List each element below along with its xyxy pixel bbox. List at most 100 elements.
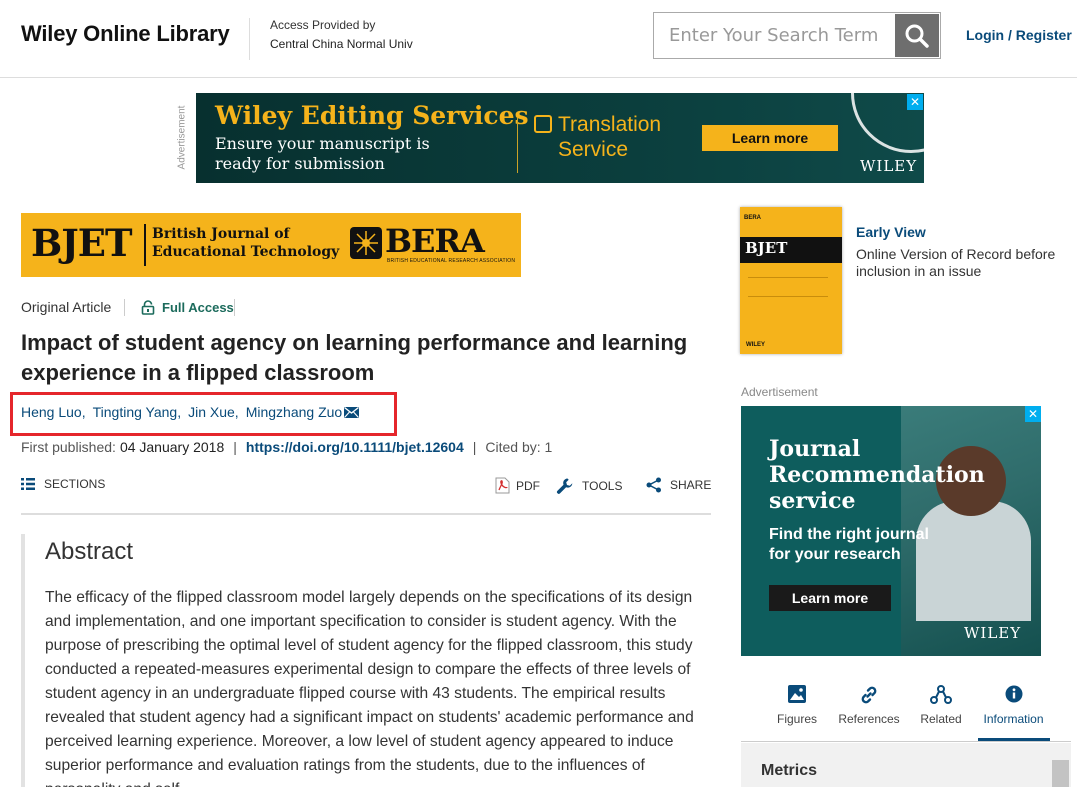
early-view-link[interactable]: Early View — [856, 224, 926, 240]
meta-divider — [124, 299, 125, 316]
partner-subtitle: BRITISH EDUCATIONAL RESEARCH ASSOCIATION — [387, 258, 516, 264]
search-box — [653, 12, 941, 59]
sections-label: SECTIONS — [44, 477, 106, 491]
unlock-icon — [141, 300, 155, 320]
ad-service-name: Service — [558, 138, 629, 161]
ad-subtitle: for your research — [769, 546, 901, 563]
abstract-sidebar-rule — [21, 534, 25, 787]
author-list: Heng Luo, Tingting Yang, Jin Xue, Mingzh… — [21, 404, 360, 420]
author-link[interactable]: Heng Luo, — [21, 404, 86, 420]
site-header: Wiley Online Library Access Provided by … — [0, 0, 1077, 78]
partner-name: BERA — [385, 222, 485, 260]
close-ad-icon[interactable]: ✕ — [907, 94, 923, 110]
close-ad-icon[interactable]: ✕ — [1025, 406, 1041, 422]
bera-emblem-icon — [350, 227, 382, 259]
author-link[interactable]: Mingzhang Zuo — [246, 404, 343, 420]
separator: | — [472, 439, 477, 455]
first-published-label: First published: — [21, 439, 116, 455]
ad-subtitle: Find the right journal — [769, 526, 929, 543]
journal-name: British Journal of — [152, 226, 290, 242]
access-institution: Central China Normal Univ — [270, 37, 413, 51]
ad-divider — [517, 118, 518, 173]
tab-related[interactable]: Related — [905, 683, 977, 741]
network-icon — [905, 683, 977, 709]
banner-divider — [144, 224, 146, 266]
header-divider — [249, 18, 250, 60]
sections-button[interactable]: SECTIONS — [21, 477, 105, 491]
ad-photo-figure — [916, 501, 1031, 621]
side-advertisement[interactable]: Journal Recommendation service Find the … — [741, 406, 1041, 656]
wiley-logo: WILEY — [964, 624, 1022, 642]
search-button[interactable] — [895, 14, 939, 57]
ad-title: service — [769, 488, 856, 514]
info-icon — [977, 683, 1050, 709]
abstract-body: The efficacy of the flipped classroom mo… — [45, 589, 694, 787]
ad-title: Wiley Editing Services — [215, 101, 529, 130]
metrics-heading: Metrics — [761, 762, 818, 779]
journal-banner[interactable]: BJET British Journal of Educational Tech… — [21, 213, 521, 277]
advertisement-label-text: Advertisement — [176, 105, 188, 170]
ad-service-name: Translation — [558, 113, 662, 136]
metrics-panel: Metrics — [741, 743, 1071, 787]
ad-title: Journal — [769, 436, 861, 462]
ad-title: Recommendation — [769, 462, 985, 488]
pdf-button[interactable]: PDF — [495, 477, 540, 494]
article-type: Original Article — [21, 299, 112, 315]
tab-information[interactable]: Information — [977, 683, 1050, 741]
toolbar-divider — [21, 513, 711, 515]
ad-learn-more-button[interactable]: Learn more — [769, 585, 891, 611]
ad-learn-more-button[interactable]: Learn more — [702, 125, 838, 151]
separator: | — [233, 439, 237, 455]
full-access-badge: Full Access — [162, 300, 234, 315]
first-published-date: 04 January 2018 — [119, 439, 225, 455]
tab-figures[interactable]: Figures — [761, 683, 833, 741]
wrench-icon — [556, 478, 573, 494]
image-icon — [761, 683, 833, 709]
panel-scrollbar[interactable] — [1052, 760, 1069, 787]
cover-journal: BJET — [745, 239, 788, 257]
share-button[interactable]: SHARE — [646, 477, 711, 493]
advertisement-label: Advertisement — [741, 385, 818, 399]
top-advertisement-banner[interactable]: Wiley Editing Services Ensure your manus… — [196, 93, 924, 183]
tab-label: Figures — [776, 712, 817, 726]
share-icon — [646, 477, 661, 493]
pdf-icon — [495, 477, 510, 494]
checkbox-icon — [534, 115, 552, 133]
ad-subtitle: ready for submission — [215, 154, 385, 173]
ad-subtitle: Ensure your manuscript is — [215, 134, 430, 153]
tab-label: Information — [983, 712, 1044, 726]
meta-divider — [234, 299, 235, 316]
cited-by-count[interactable]: Cited by: 1 — [485, 439, 552, 455]
cover-partner: BERA — [744, 215, 762, 221]
share-label: SHARE — [670, 478, 712, 492]
journal-cover-thumbnail[interactable]: BERA BJET WILEY — [740, 207, 842, 354]
abstract-heading: Abstract — [45, 538, 134, 565]
tabs-baseline — [741, 741, 1071, 742]
list-icon — [21, 478, 35, 490]
article-title: Impact of student agency on learning per… — [21, 330, 688, 385]
doi-link[interactable]: https://doi.org/10.1111/bjet.12604 — [246, 439, 464, 455]
tools-button[interactable]: TOOLS — [556, 477, 622, 495]
early-view-description: Online Version of Record before — [856, 246, 1056, 262]
journal-abbrev: BJET — [31, 221, 133, 265]
tab-label: Related — [920, 712, 962, 726]
login-register-link[interactable]: Login / Register — [966, 27, 1072, 43]
cover-text-lines — [748, 277, 828, 297]
publication-info: First published: 04 January 2018 | https… — [21, 439, 552, 455]
author-link[interactable]: Tingting Yang, — [93, 404, 181, 420]
tab-label: References — [838, 712, 900, 726]
site-logo[interactable]: Wiley Online Library — [21, 21, 230, 47]
cover-brand: WILEY — [746, 342, 765, 348]
envelope-icon[interactable] — [344, 406, 360, 418]
tools-label: TOOLS — [582, 479, 623, 493]
access-provided-label: Access Provided by — [270, 18, 376, 32]
link-icon — [833, 683, 905, 709]
pdf-label: PDF — [516, 478, 540, 493]
advertisement-label: Advertisement — [170, 98, 194, 182]
active-tab-indicator — [978, 738, 1050, 741]
tab-references[interactable]: References — [833, 683, 905, 741]
author-link[interactable]: Jin Xue, — [188, 404, 239, 420]
search-icon — [905, 24, 929, 48]
early-view-description: inclusion in an issue — [856, 263, 982, 279]
search-input[interactable] — [654, 13, 896, 58]
